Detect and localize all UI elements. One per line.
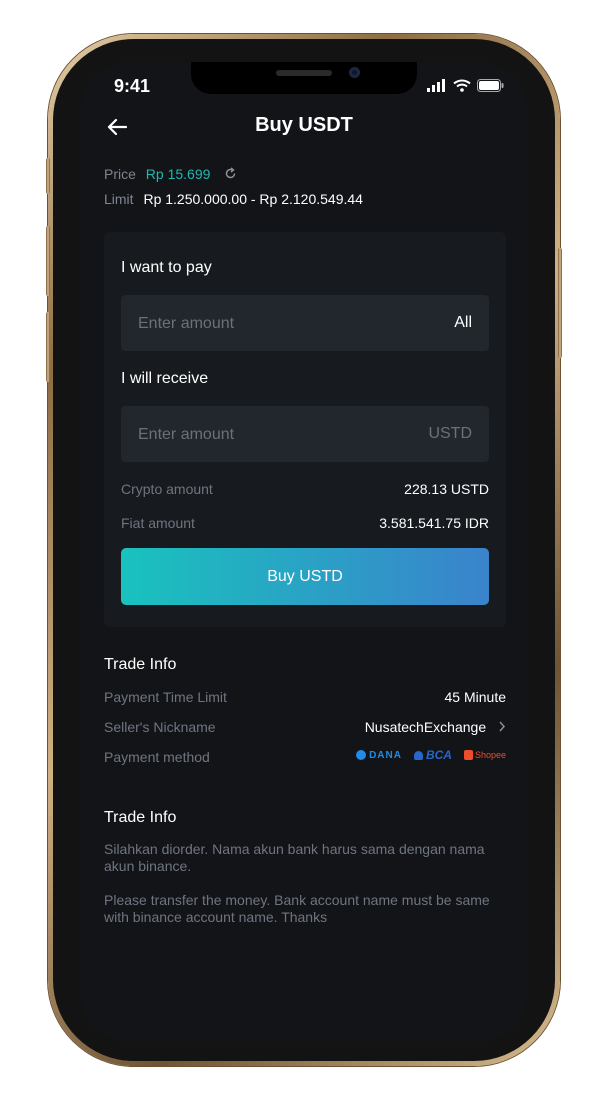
bca-badge-icon <box>413 750 423 760</box>
notch <box>191 62 417 94</box>
dana-badge-icon <box>356 750 367 760</box>
time-limit-value: 45 Minute <box>444 689 506 705</box>
seller-link[interactable]: NusatechExchange <box>365 719 506 735</box>
price-value: Rp 15.699 <box>145 166 211 182</box>
bca-label: BCA <box>425 748 452 762</box>
speaker-grill <box>276 70 332 76</box>
status-icons <box>427 79 504 92</box>
power-button <box>558 248 562 358</box>
pay-amount-input[interactable] <box>121 295 400 353</box>
seller-nickname: NusatechExchange <box>364 719 487 735</box>
terms-paragraph-2: Please transfer the money. Bank account … <box>104 892 490 925</box>
status-time: 9:41 <box>114 76 151 96</box>
dana-logo-icon: DANA <box>356 750 402 761</box>
time-limit-label: Payment Time Limit <box>104 689 227 705</box>
battery-icon <box>477 79 504 92</box>
refresh-icon[interactable] <box>224 167 237 180</box>
limit-value: Rp 1.250.000.00 - Rp 2.120.549.44 <box>143 191 363 207</box>
bca-logo-icon: BCA <box>413 748 452 762</box>
receive-unit: USTD <box>428 425 472 442</box>
pay-input-box: All <box>121 295 489 353</box>
price-label: Price <box>104 166 136 182</box>
chevron-right-icon <box>499 721 506 732</box>
seller-label: Seller's Nickname <box>104 719 216 735</box>
wifi-icon <box>453 79 471 92</box>
pay-all-button[interactable]: All <box>454 314 472 332</box>
volume-down-button <box>46 312 50 382</box>
shopee-logo-icon: Shopee <box>463 750 506 760</box>
shopee-label: Shopee <box>474 750 506 760</box>
payment-methods: DANA BCA Shopee <box>356 748 506 762</box>
order-card: I want to pay All I will receive USTD Cr… <box>104 232 506 627</box>
front-camera <box>349 67 360 78</box>
receive-amount-input[interactable] <box>121 406 400 464</box>
crypto-amount-value: 228.13 USTD <box>404 481 489 497</box>
fiat-amount-label: Fiat amount <box>121 515 195 531</box>
price-row: Price Rp 15.699 <box>104 166 237 182</box>
limit-label: Limit <box>104 191 134 207</box>
payment-method-label: Payment method <box>104 749 210 765</box>
terms-paragraph-1: Silahkan diorder. Nama akun bank harus s… <box>104 841 485 874</box>
crypto-amount-label: Crypto amount <box>121 481 213 497</box>
dana-label: DANA <box>369 749 402 761</box>
app-screen: 9:41 Buy USDT Price Rp 15.699 Limit Rp 1… <box>80 62 528 1042</box>
buy-button[interactable]: Buy USTD <box>121 548 489 605</box>
trade-info-title: Trade Info <box>104 656 177 673</box>
terms-title: Trade Info <box>104 809 177 826</box>
shopee-bag-icon <box>463 750 473 760</box>
limit-row: Limit Rp 1.250.000.00 - Rp 2.120.549.44 <box>104 191 363 207</box>
receive-input-box: USTD <box>121 406 489 464</box>
pay-label: I want to pay <box>121 259 212 276</box>
mute-switch <box>46 158 50 194</box>
receive-label: I will receive <box>121 370 209 387</box>
volume-up-button <box>46 226 50 296</box>
fiat-amount-value: 3.581.541.75 IDR <box>379 515 489 531</box>
page-title: Buy USDT <box>255 114 353 136</box>
signal-icon <box>427 79 445 92</box>
